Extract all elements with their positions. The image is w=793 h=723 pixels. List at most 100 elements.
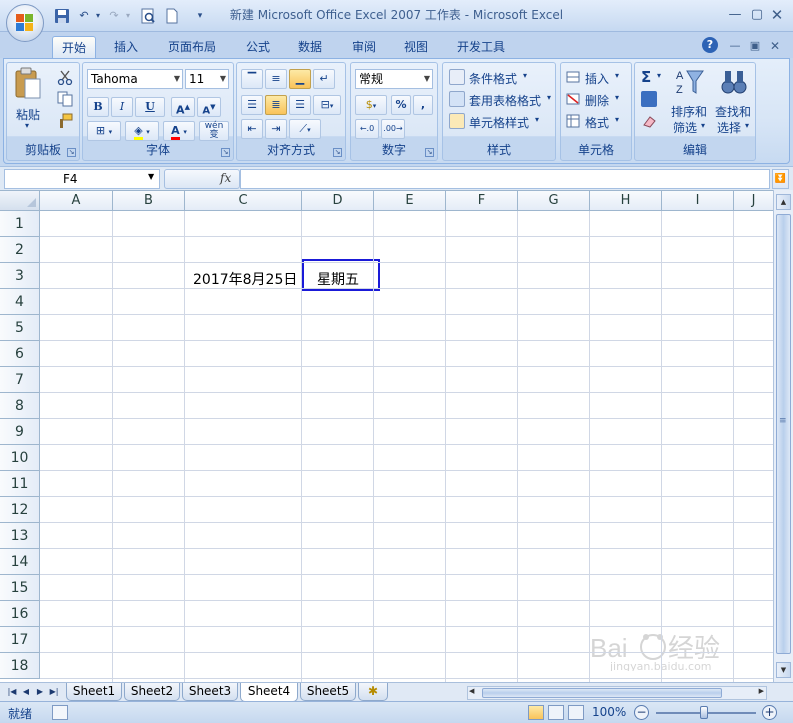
format-as-table-button[interactable]: 套用表格格式 bbox=[469, 92, 541, 109]
font-launcher-icon[interactable]: ↘ bbox=[221, 148, 230, 157]
percent-button[interactable]: % bbox=[391, 95, 411, 115]
row-header-2[interactable]: 2 bbox=[0, 237, 40, 263]
align-left-button[interactable]: ☰ bbox=[241, 95, 263, 115]
find-select-label-2[interactable]: 选择 bbox=[717, 119, 741, 136]
help-icon[interactable]: ? bbox=[702, 37, 718, 53]
column-header-e[interactable]: E bbox=[374, 191, 446, 211]
decrease-font-button[interactable]: A▼ bbox=[197, 97, 221, 117]
row-header-8[interactable]: 8 bbox=[0, 393, 40, 419]
paste-icon[interactable] bbox=[13, 67, 43, 101]
chevron-down-icon[interactable]: ▾ bbox=[657, 71, 661, 80]
conditional-format-button[interactable]: 条件格式 bbox=[469, 70, 517, 87]
column-header-j[interactable]: J bbox=[734, 191, 773, 211]
chevron-down-icon[interactable]: ▾ bbox=[615, 71, 619, 80]
chevron-down-icon[interactable]: ▾ bbox=[535, 115, 539, 124]
worksheet-grid[interactable]: 2017年8月25日 星期五 Bai经验jingyan.baidu.com AB… bbox=[0, 190, 773, 682]
row-header-13[interactable]: 13 bbox=[0, 523, 40, 549]
align-center-button[interactable]: ≣ bbox=[265, 95, 287, 115]
tab-page-layout[interactable]: 页面布局 bbox=[160, 36, 224, 58]
fill-color-button[interactable]: ◈ ▾ bbox=[125, 121, 159, 141]
customize-qat-icon[interactable]: ▾ bbox=[192, 8, 208, 24]
cell-c3[interactable]: 2017年8月25日 bbox=[193, 269, 297, 289]
number-launcher-icon[interactable]: ↘ bbox=[425, 148, 434, 157]
row-header-16[interactable]: 16 bbox=[0, 601, 40, 627]
decrease-indent-button[interactable]: ⇤ bbox=[241, 119, 263, 139]
page-layout-view-icon[interactable] bbox=[548, 705, 564, 720]
column-header-h[interactable]: H bbox=[590, 191, 662, 211]
workbook-close-icon[interactable]: ✕ bbox=[766, 37, 784, 55]
autosum-button[interactable]: Σ bbox=[641, 68, 651, 86]
font-size-combo[interactable]: 11 ▼ bbox=[185, 69, 229, 89]
insert-function-icon[interactable]: fx bbox=[220, 171, 231, 185]
column-header-a[interactable]: A bbox=[40, 191, 113, 211]
ribbon-minimize-icon[interactable]: — bbox=[726, 37, 744, 55]
vertical-scroll-thumb[interactable] bbox=[776, 214, 791, 654]
row-header-12[interactable]: 12 bbox=[0, 497, 40, 523]
row-header-7[interactable]: 7 bbox=[0, 367, 40, 393]
chevron-down-icon[interactable]: ▾ bbox=[523, 71, 527, 80]
scroll-right-icon[interactable]: ▶ bbox=[759, 687, 764, 695]
first-sheet-icon[interactable]: |◀ bbox=[6, 686, 18, 698]
name-box-dropdown-icon[interactable]: ▼ bbox=[148, 172, 154, 181]
name-box[interactable]: F4 bbox=[4, 169, 160, 189]
cut-icon[interactable] bbox=[57, 69, 73, 86]
maximize-icon[interactable]: ▢ bbox=[748, 6, 766, 24]
row-header-11[interactable]: 11 bbox=[0, 471, 40, 497]
paste-dropdown-icon[interactable]: ▾ bbox=[25, 121, 29, 130]
row-header-15[interactable]: 15 bbox=[0, 575, 40, 601]
cell-d3[interactable]: 星期五 bbox=[317, 269, 359, 289]
italic-button[interactable]: I bbox=[111, 97, 133, 117]
chevron-down-icon[interactable]: ▾ bbox=[615, 93, 619, 102]
horizontal-scrollbar[interactable]: ◀ ▶ bbox=[467, 686, 767, 700]
delete-cells-button[interactable]: 删除 bbox=[585, 92, 609, 109]
orientation-button[interactable]: ⟋▾ bbox=[289, 119, 321, 139]
copy-icon[interactable] bbox=[57, 91, 73, 107]
sheet-tab-5[interactable]: Sheet5 bbox=[300, 683, 356, 701]
cell-styles-button[interactable]: 单元格样式 bbox=[469, 114, 529, 131]
ribbon-restore-icon[interactable]: ▣ bbox=[746, 37, 764, 55]
zoom-level[interactable]: 100% bbox=[592, 705, 626, 719]
redo-dropdown-icon[interactable]: ▾ bbox=[120, 8, 136, 24]
vertical-scrollbar[interactable]: ▲ ≡ ▼ bbox=[773, 190, 793, 682]
expand-formula-bar-icon[interactable]: ⏬ bbox=[772, 169, 789, 189]
row-header-14[interactable]: 14 bbox=[0, 549, 40, 575]
sheet-tab-3[interactable]: Sheet3 bbox=[182, 683, 238, 701]
accounting-format-button[interactable]: $▾ bbox=[355, 95, 387, 115]
sort-filter-label[interactable]: 排序和 bbox=[671, 103, 707, 120]
increase-decimal-button[interactable]: ←.0 bbox=[355, 119, 379, 139]
borders-button[interactable]: ⊞ ▾ bbox=[87, 121, 121, 141]
format-cells-button[interactable]: 格式 bbox=[585, 114, 609, 131]
comma-button[interactable]: , bbox=[413, 95, 433, 115]
column-header-i[interactable]: I bbox=[662, 191, 734, 211]
row-header-1[interactable]: 1 bbox=[0, 211, 40, 237]
row-header-17[interactable]: 17 bbox=[0, 627, 40, 653]
column-header-f[interactable]: F bbox=[446, 191, 518, 211]
insert-cells-button[interactable]: 插入 bbox=[585, 70, 609, 87]
row-header-6[interactable]: 6 bbox=[0, 341, 40, 367]
horizontal-scroll-thumb[interactable] bbox=[482, 688, 722, 698]
bold-button[interactable]: B bbox=[87, 97, 109, 117]
column-header-c[interactable]: C bbox=[185, 191, 302, 211]
office-button[interactable] bbox=[6, 4, 44, 42]
chevron-down-icon[interactable]: ▾ bbox=[615, 115, 619, 124]
last-sheet-icon[interactable]: ▶| bbox=[48, 686, 60, 698]
tab-insert[interactable]: 插入 bbox=[108, 36, 144, 58]
align-top-button[interactable]: ▔ bbox=[241, 69, 263, 89]
prev-sheet-icon[interactable]: ◀ bbox=[20, 686, 32, 698]
column-header-g[interactable]: G bbox=[518, 191, 590, 211]
zoom-in-icon[interactable]: + bbox=[762, 705, 777, 720]
row-header-10[interactable]: 10 bbox=[0, 445, 40, 471]
zoom-out-icon[interactable]: − bbox=[634, 705, 649, 720]
tab-formulas[interactable]: 公式 bbox=[238, 36, 278, 58]
chevron-down-icon[interactable]: ▾ bbox=[547, 93, 551, 102]
undo-dropdown-icon[interactable]: ▾ bbox=[90, 8, 106, 24]
minimize-icon[interactable]: — bbox=[726, 6, 744, 24]
number-format-combo[interactable]: 常规 ▼ bbox=[355, 69, 433, 89]
align-middle-button[interactable]: ≡ bbox=[265, 69, 287, 89]
font-name-combo[interactable]: Tahoma ▼ bbox=[87, 69, 183, 89]
alignment-launcher-icon[interactable]: ↘ bbox=[333, 148, 342, 157]
scroll-left-icon[interactable]: ◀ bbox=[469, 687, 474, 695]
select-all-button[interactable] bbox=[0, 191, 40, 211]
sheet-tab-4[interactable]: Sheet4 bbox=[240, 683, 298, 702]
close-icon[interactable]: ✕ bbox=[768, 6, 786, 24]
